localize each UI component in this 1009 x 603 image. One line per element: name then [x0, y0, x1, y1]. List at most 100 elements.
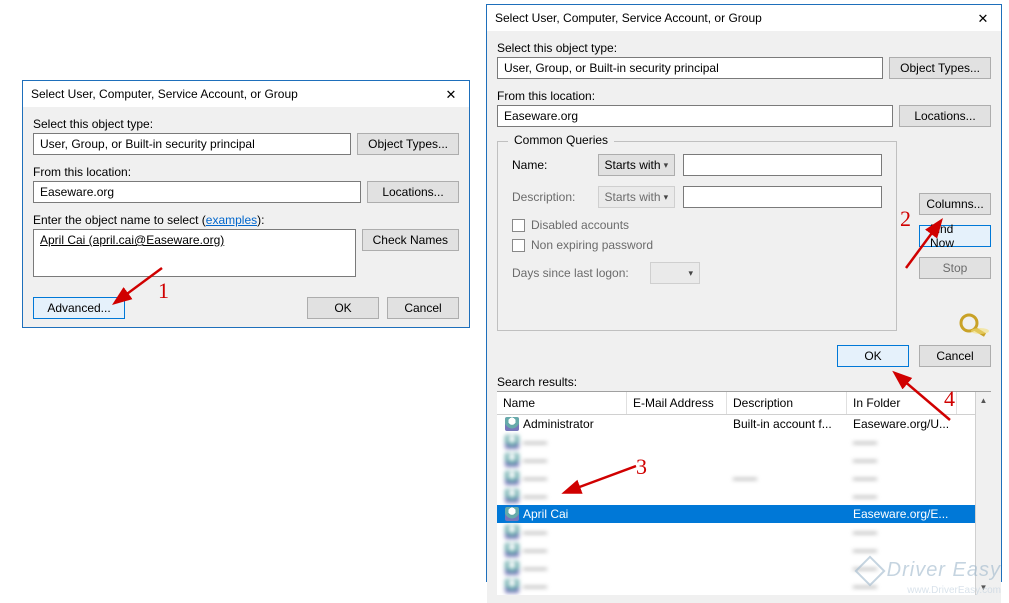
- person-icon: [505, 579, 519, 593]
- table-row[interactable]: AdministratorBuilt-in account f...Easewa…: [497, 415, 991, 433]
- table-cell: ——: [497, 579, 627, 594]
- object-type-field[interactable]: User, Group, or Built-in security princi…: [33, 133, 351, 155]
- days-since-logon-label: Days since last logon:: [512, 266, 642, 280]
- listview-header: Name E-Mail Address Description In Folde…: [497, 392, 991, 415]
- table-cell: ——: [847, 561, 957, 575]
- table-row[interactable]: April Cai Easeware.org/E...: [497, 505, 991, 523]
- dialog-title: Select User, Computer, Service Account, …: [495, 11, 762, 25]
- close-icon[interactable]: ✕: [441, 88, 461, 101]
- query-desc-mode-select: Starts with ▾: [598, 186, 676, 208]
- col-name[interactable]: Name: [497, 392, 627, 414]
- object-types-button[interactable]: Object Types...: [357, 133, 459, 155]
- query-name-mode-select[interactable]: Starts with ▾: [598, 154, 676, 176]
- table-cell: ——: [497, 471, 627, 486]
- col-email[interactable]: E-Mail Address: [627, 392, 727, 414]
- chevron-down-icon: ▾: [688, 268, 693, 279]
- table-row[interactable]: —— ——: [497, 541, 991, 559]
- table-cell: ——: [847, 489, 957, 503]
- disabled-accounts-checkbox[interactable]: Disabled accounts: [512, 218, 882, 232]
- table-cell: ——: [497, 561, 627, 576]
- table-cell: ——: [847, 543, 957, 557]
- dialog-body: Select this object type: User, Group, or…: [487, 31, 1001, 603]
- person-icon: [505, 489, 519, 503]
- side-buttons: Columns... Find Now Stop: [919, 193, 991, 337]
- scroll-up-icon[interactable]: ▲: [976, 392, 992, 408]
- table-row[interactable]: —— ——: [497, 487, 991, 505]
- label-enter-name-prefix: Enter the object name to select (: [33, 213, 206, 227]
- checkbox-icon: [512, 239, 525, 252]
- listview-scrollbar[interactable]: ▲ ▼: [975, 392, 991, 595]
- check-names-button[interactable]: Check Names: [362, 229, 459, 251]
- close-icon[interactable]: ✕: [973, 12, 993, 25]
- table-cell: ——: [497, 525, 627, 540]
- object-types-button[interactable]: Object Types...: [889, 57, 991, 79]
- table-row[interactable]: —— ——: [497, 577, 991, 595]
- table-cell: Easeware.org/U...: [847, 417, 957, 431]
- label-enter-name: Enter the object name to select (example…: [33, 213, 459, 227]
- table-row[interactable]: —— ——: [497, 559, 991, 577]
- table-cell: ——: [847, 453, 957, 467]
- columns-button[interactable]: Columns...: [919, 193, 991, 215]
- person-icon: [505, 417, 519, 431]
- query-desc-label: Description:: [512, 190, 590, 204]
- label-object-type: Select this object type:: [497, 41, 991, 55]
- cancel-button[interactable]: Cancel: [919, 345, 991, 367]
- table-cell: ——: [497, 453, 627, 468]
- person-icon: [505, 453, 519, 467]
- examples-link[interactable]: examples: [206, 213, 257, 227]
- person-icon: [505, 471, 519, 485]
- location-field[interactable]: Easeware.org: [497, 105, 893, 127]
- ok-button[interactable]: OK: [307, 297, 379, 319]
- chevron-down-icon: ▾: [664, 192, 669, 203]
- query-name-mode-value: Starts with: [605, 158, 661, 172]
- checkbox-icon: [512, 219, 525, 232]
- person-icon: [505, 543, 519, 557]
- nonexpire-label: Non expiring password: [531, 238, 653, 252]
- object-type-field[interactable]: User, Group, or Built-in security princi…: [497, 57, 883, 79]
- titlebar: Select User, Computer, Service Account, …: [23, 81, 469, 107]
- query-name-input[interactable]: [683, 154, 882, 176]
- chevron-down-icon: ▾: [664, 160, 669, 171]
- table-cell: ——: [727, 471, 847, 485]
- find-now-button[interactable]: Find Now: [919, 225, 991, 247]
- scroll-down-icon[interactable]: ▼: [976, 579, 992, 595]
- titlebar: Select User, Computer, Service Account, …: [487, 5, 1001, 31]
- col-description[interactable]: Description: [727, 392, 847, 414]
- person-icon: [505, 561, 519, 575]
- table-cell: ——: [497, 543, 627, 558]
- location-field[interactable]: Easeware.org: [33, 181, 361, 203]
- table-row[interactable]: ————: [497, 523, 991, 541]
- locations-button[interactable]: Locations...: [899, 105, 991, 127]
- label-location: From this location:: [33, 165, 459, 179]
- advanced-button[interactable]: Advanced...: [33, 297, 125, 319]
- table-cell: ——: [497, 489, 627, 504]
- search-results-label: Search results:: [497, 375, 991, 389]
- table-cell: ——: [847, 471, 957, 485]
- dialog-body: Select this object type: User, Group, or…: [23, 107, 469, 327]
- ok-button[interactable]: OK: [837, 345, 909, 367]
- table-cell: ——: [847, 579, 957, 593]
- col-folder[interactable]: In Folder: [847, 392, 957, 414]
- object-name-field[interactable]: April Cai (april.cai@Easeware.org): [33, 229, 356, 277]
- nonexpire-checkbox[interactable]: Non expiring password: [512, 238, 882, 252]
- table-cell: Administrator: [497, 417, 627, 432]
- person-icon: [505, 435, 519, 449]
- dialog-basic: Select User, Computer, Service Account, …: [22, 80, 470, 328]
- table-cell: Easeware.org/E...: [847, 507, 957, 521]
- days-since-logon-select: ▾: [650, 262, 700, 284]
- label-enter-name-suffix: ):: [257, 213, 264, 227]
- table-cell: ——: [847, 435, 957, 449]
- group-legend: Common Queries: [508, 133, 614, 147]
- query-desc-input[interactable]: [683, 186, 882, 208]
- person-icon: [505, 525, 519, 539]
- locations-button[interactable]: Locations...: [367, 181, 459, 203]
- magnifier-icon: [955, 309, 991, 337]
- dialog-advanced: Select User, Computer, Service Account, …: [486, 4, 1002, 582]
- table-row[interactable]: ————: [497, 433, 991, 451]
- disabled-accounts-label: Disabled accounts: [531, 218, 629, 232]
- search-results-listview[interactable]: Name E-Mail Address Description In Folde…: [497, 391, 991, 595]
- table-row[interactable]: ——————: [497, 469, 991, 487]
- table-row[interactable]: —— ——: [497, 451, 991, 469]
- cancel-button[interactable]: Cancel: [387, 297, 459, 319]
- table-cell: April Cai: [497, 507, 627, 522]
